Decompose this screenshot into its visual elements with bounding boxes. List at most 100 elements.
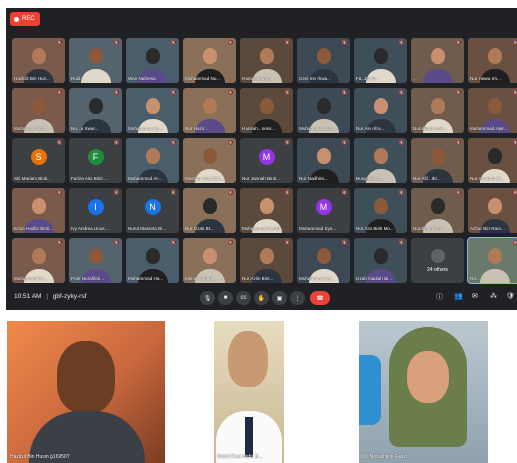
recording-label: REC — [22, 16, 35, 22]
participant-tile[interactable]: 🔇 Muhammad Az... — [126, 88, 179, 133]
present-button[interactable]: ▣ — [272, 291, 287, 305]
host-controls-icon[interactable]: 🛡 — [506, 292, 515, 300]
participant-tile[interactable]: 🔇 Putri Nurafifah... — [69, 238, 122, 283]
participant-tile[interactable]: 🔇 Nur Ain Afra... — [354, 88, 407, 133]
mic-off-icon: 🔇 — [56, 40, 63, 46]
participant-tile[interactable]: 🔇 Nu...a Swar... — [69, 88, 122, 133]
participant-tile[interactable]: 🔇 Azhar Bin Ram... — [468, 188, 517, 233]
person-head — [316, 48, 331, 64]
person-head — [487, 98, 502, 114]
participant-tile[interactable]: 🔇... — [411, 38, 464, 83]
participant-tile[interactable]: 🔇 Maslina Kota E21... — [183, 138, 236, 183]
participant-tile[interactable]: 🔇 Nur Alif...Ibr... — [411, 138, 464, 183]
participant-tile[interactable]: F 🔇 Fariza Aini Binti ... — [69, 138, 122, 183]
others-tile[interactable]: 24 others — [411, 238, 464, 283]
participant-tile[interactable]: N 🔇 Nurul Masreta Bi... — [126, 188, 179, 233]
participant-tile[interactable]: 🔇 Nurafiqah Amir... — [411, 188, 464, 233]
participant-name: Nur Izzati Bt... — [185, 226, 214, 231]
participant-tile[interactable]: 🔇 Muhamad Amiru... — [297, 88, 350, 133]
mic-off-icon: 🔇 — [284, 90, 291, 96]
mic-off-icon: 🔇 — [398, 240, 405, 246]
participant-tile[interactable]: 🔇 Nur Nadhira... — [297, 138, 350, 183]
person-head — [487, 48, 502, 64]
participant-tile[interactable]: 🔇 Muhammad Hair... — [468, 88, 517, 133]
participant-name: Maslina Kota E21... — [185, 176, 225, 181]
participant-name: Hanani Zamri... — [242, 76, 274, 81]
participant-tile[interactable]: 🔇 Muhammad Al-... — [126, 138, 179, 183]
participant-tile[interactable]: 🔇 Nurafiqah Amir... — [411, 88, 464, 133]
participant-name: Ceni Inn Ihwa... — [299, 76, 331, 81]
participant-tile[interactable]: 🔇 Busyra Hus... — [354, 138, 407, 183]
participant-tile[interactable]: 🔇 Muhammad Harith... — [240, 188, 293, 233]
participant-name: Nur Hawa Irn... — [470, 76, 501, 81]
person-head — [259, 98, 274, 114]
participant-tile[interactable]: M 🔇 Nur Jannah Binti... — [240, 138, 293, 183]
participant-tile[interactable]: 🔇 Wan Nafeesa — [126, 38, 179, 83]
participant-name: Muhammad Nu... — [185, 76, 221, 81]
person-head — [259, 248, 274, 264]
mic-off-icon: 🔇 — [284, 140, 291, 146]
participant-tile[interactable]: 🔇 Muhammad Ha... — [126, 238, 179, 283]
participant-tile[interactable]: 🔇 Nur Awadah Bi... — [468, 138, 517, 183]
participant-tile[interactable]: 🔇 Nur Hawa Irn... — [468, 38, 517, 83]
person-head — [202, 148, 217, 164]
microphone-button[interactable]: 🎙 — [200, 291, 215, 305]
mic-off-icon: 🔇 — [56, 90, 63, 96]
participant-tile[interactable]: 🔇 Nur Izzati Bt... — [183, 188, 236, 233]
participant-tile[interactable]: 🔇 Izzah Nadiah Bi... — [354, 238, 407, 283]
participant-name: Hansah...ness... — [242, 126, 276, 131]
mic-off-icon: 🔇 — [398, 140, 405, 146]
participant-tile[interactable]: S 🔇 Siti Mariam Binti... — [12, 138, 65, 183]
person-head — [228, 331, 268, 387]
participant-tile[interactable]: 🔇 Muhammad Iz... — [12, 238, 65, 283]
video-name-2: Mohd Dzul Hafiz B... — [217, 454, 263, 460]
participant-tile[interactable]: I 🔇 Ivy Andrea Unus ... — [69, 188, 122, 233]
participant-name: Muhammad Al-... — [128, 176, 163, 181]
person-head — [373, 148, 388, 164]
video-name-1: Hazlizil Bin Husin g16950? — [10, 454, 70, 460]
camera-button[interactable]: ■ — [218, 291, 233, 305]
participant-tile[interactable]: 🔇 Hanani Zamri... — [240, 38, 293, 83]
participant-name: Nur Jannah Binti... — [242, 176, 280, 181]
participant-tile[interactable]: 🔇 Erina Hadlin Binti... — [12, 188, 65, 233]
mic-off-icon: 🔇 — [113, 240, 120, 246]
more-options-button[interactable]: ⋮ — [290, 291, 305, 305]
person-head — [31, 248, 46, 264]
leave-call-button[interactable]: ☎ — [310, 291, 330, 305]
participant-tile[interactable]: 🔇 Hazlizil Bin Hus... — [12, 38, 65, 83]
activities-icon[interactable]: ⁂ — [490, 292, 497, 300]
participant-tile[interactable]: 🔇 Muhamad Nizz... — [12, 88, 65, 133]
mic-off-icon: 🔇 — [284, 190, 291, 196]
others-count: 24 others — [427, 266, 448, 273]
camera-icon: ■ — [223, 295, 228, 301]
person-face — [407, 351, 449, 403]
mic-off-icon: 🔇 — [512, 190, 517, 196]
participant-tile[interactable]: 🔇 Muhammad Nu... — [183, 38, 236, 83]
participant-tile[interactable]: 🔇 Muhammad Zul... — [297, 238, 350, 283]
chat-icon[interactable]: ✉ — [472, 292, 478, 300]
people-icon[interactable]: 👥 — [454, 292, 463, 300]
mic-off-icon: 🔇 — [398, 190, 405, 196]
captions-button[interactable]: cc — [236, 291, 251, 305]
person-head — [88, 248, 103, 264]
mic-off-icon: 🔇 — [512, 90, 517, 96]
mic-off-icon: 🔇 — [455, 140, 462, 146]
raise-hand-button[interactable]: ✋ — [254, 291, 269, 305]
participant-tile[interactable]: 🔇 Nur Azlin Bint... — [240, 238, 293, 283]
participant-tile[interactable]: 🔇 Nor Aini Binti Mo... — [354, 188, 407, 233]
participant-tile[interactable]: 🔇 Hansah...ness... — [240, 88, 293, 133]
participant-tile[interactable]: 🔇 Nur Hazir... — [183, 88, 236, 133]
participant-tile[interactable]: 🔇 Ceni Inn Ihwa... — [297, 38, 350, 83]
participant-tile[interactable]: 🔇 Mimie Suhadi... — [183, 238, 236, 283]
person-head — [31, 48, 46, 64]
participant-tile[interactable]: 🔇 Rudi... — [69, 38, 122, 83]
participant-name: Wan Nafeesa — [128, 76, 156, 81]
avatar: M — [258, 148, 275, 165]
mic-off-icon: 🔇 — [56, 140, 63, 146]
participant-tile[interactable]: M 🔇 Muhammad Sya... — [297, 188, 350, 233]
participant-tile[interactable]: 🔇 Ro... — [467, 237, 517, 284]
participant-tile[interactable]: 🔇 Fa..Jastin.. — [354, 38, 407, 83]
info-icon[interactable]: ⓘ — [436, 292, 443, 302]
mic-off-icon: 🔇 — [170, 140, 177, 146]
person-head — [259, 48, 274, 64]
